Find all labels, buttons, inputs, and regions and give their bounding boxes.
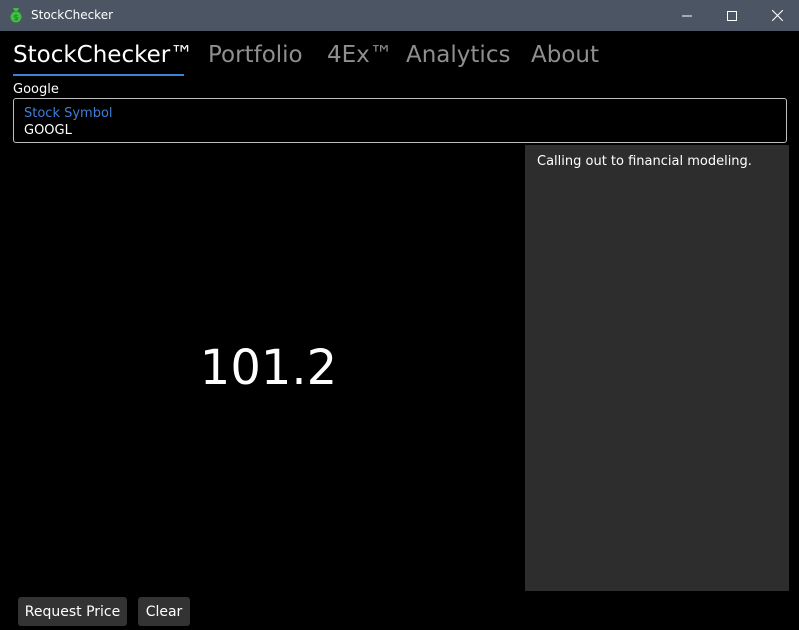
maximize-button[interactable]: [709, 0, 755, 31]
active-tab-indicator: [13, 74, 184, 76]
tab-stockchecker[interactable]: StockChecker™: [13, 42, 193, 68]
money-bag-icon: $: [8, 7, 24, 23]
tab-portfolio[interactable]: Portfolio: [208, 42, 303, 68]
price-display: 101.2: [199, 340, 338, 396]
svg-text:$: $: [13, 13, 18, 22]
tab-about[interactable]: About: [531, 42, 599, 68]
title-bar[interactable]: $ StockChecker: [0, 0, 799, 31]
stock-symbol-label: Stock Symbol: [24, 106, 113, 121]
close-icon: [771, 6, 783, 25]
tab-4ex[interactable]: 4Ex™: [327, 42, 393, 68]
stock-symbol-input[interactable]: GOOGL: [24, 123, 72, 138]
main-nav: StockChecker™ Portfolio 4Ex™ Analytics A…: [0, 31, 799, 79]
minimize-icon: [682, 6, 692, 25]
minimize-button[interactable]: [664, 0, 710, 31]
request-price-button[interactable]: Request Price: [18, 597, 127, 626]
clear-button[interactable]: Clear: [138, 597, 190, 626]
maximize-icon: [727, 6, 737, 25]
window-title: StockChecker: [31, 8, 114, 22]
log-message: Calling out to financial modeling.: [537, 154, 752, 169]
stock-symbol-field[interactable]: Stock Symbol GOOGL: [13, 98, 787, 143]
log-panel[interactable]: Calling out to financial modeling.: [525, 145, 789, 591]
close-button[interactable]: [754, 0, 799, 31]
tab-analytics[interactable]: Analytics: [406, 42, 510, 68]
company-name: Google: [13, 82, 59, 97]
